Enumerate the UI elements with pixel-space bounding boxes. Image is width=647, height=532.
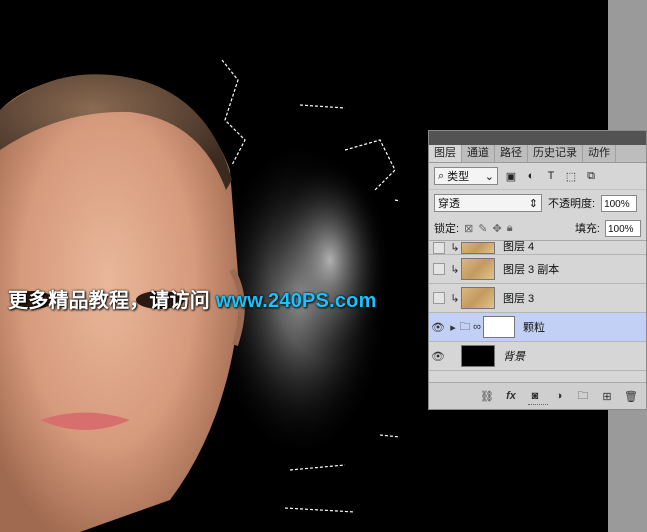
layers-list: ↳ 图层 4 ↳ 图层 3 副本 ↳ 图层 3 👁︎ ▸ 🗀︎ ∞ 颗粒 👁︎ (429, 241, 646, 386)
visibility-toggle[interactable] (433, 292, 445, 304)
expand-arrow-icon[interactable]: ▸ (447, 321, 459, 334)
blend-mode-select[interactable]: 穿透 ⇕ (434, 194, 542, 212)
search-icon: ⌕ (438, 169, 445, 182)
tab-channels[interactable]: 通道 (462, 145, 495, 162)
tab-actions[interactable]: 动作 (583, 145, 616, 162)
visibility-toggle[interactable] (433, 263, 445, 275)
layer-thumbnail (461, 287, 495, 309)
fill-input[interactable]: 100% (605, 219, 641, 237)
panel-header (429, 131, 646, 145)
chevron-updown-icon: ⇕ (528, 197, 538, 210)
layer-name: 图层 4 (503, 241, 535, 253)
mask-thumbnail[interactable] (483, 316, 515, 338)
layer-row-selected[interactable]: 👁︎ ▸ 🗀︎ ∞ 颗粒 (429, 313, 646, 342)
lock-transparency-icon[interactable]: ⊠ (464, 222, 473, 235)
panel-footer: ⛓︎ fx ◙ ◑ 🗀︎ ⊞ 🗑︎ (429, 382, 646, 409)
lock-paint-icon[interactable]: ✎ (478, 222, 487, 235)
image-icon[interactable]: ▣ (504, 169, 518, 183)
panel-tabs: 图层 通道 路径 历史记录 动作 (429, 145, 646, 163)
layer-row[interactable]: ↳ 图层 3 副本 (429, 255, 646, 284)
opacity-label: 不透明度: (548, 198, 596, 210)
watermark-part1: 更多精品教程，请访问 (8, 290, 216, 312)
add-mask-icon[interactable]: ◙ (528, 389, 542, 403)
folder-icon: 🗀︎ (459, 320, 471, 333)
layer-row[interactable]: ↳ 图层 4 (429, 241, 646, 255)
visibility-toggle[interactable] (433, 242, 445, 254)
resize-grip[interactable] (527, 404, 548, 407)
lock-label: 锁定: (434, 223, 460, 235)
layer-name: 图层 3 (503, 293, 535, 305)
tab-paths[interactable]: 路径 (495, 145, 528, 162)
layer-name: 背景 (503, 351, 525, 363)
eye-icon[interactable]: 👁︎ (429, 350, 447, 363)
clip-arrow-icon: ↳ (450, 292, 460, 305)
blend-row: 穿透 ⇕ 不透明度: 100% (429, 190, 646, 216)
layers-panel: 图层 通道 路径 历史记录 动作 ⌕ 类型 ⌄ ▣ ◐ T ⬚ ⧉ 穿透 ⇕ 不… (428, 130, 647, 410)
filter-type-label: 类型 (447, 171, 470, 183)
link-icon: ∞ (473, 321, 481, 333)
layer-name: 颗粒 (523, 322, 545, 334)
link-layers-icon[interactable]: ⛓︎ (480, 389, 494, 403)
type-icon[interactable]: T (544, 169, 558, 183)
layer-thumbnail (461, 258, 495, 280)
lock-row: 锁定: ⊠ ✎ ✥ 🔒︎ 填充: 100% (429, 216, 646, 241)
new-group-icon[interactable]: 🗀︎ (576, 389, 590, 403)
eye-icon[interactable]: 👁︎ (429, 321, 447, 334)
lock-position-icon[interactable]: ✥ (493, 222, 502, 235)
layer-thumbnail (461, 345, 495, 367)
smart-object-icon[interactable]: ⧉ (584, 169, 598, 183)
tab-history[interactable]: 历史记录 (528, 145, 583, 162)
filter-row: ⌕ 类型 ⌄ ▣ ◐ T ⬚ ⧉ (429, 163, 646, 190)
watermark-url: www.240PS.com (215, 290, 377, 312)
opacity-input[interactable]: 100% (601, 194, 638, 212)
clip-arrow-icon: ↳ (450, 263, 460, 276)
layer-row[interactable]: ↳ 图层 3 (429, 284, 646, 313)
layer-thumbnail (461, 242, 495, 254)
tab-layers[interactable]: 图层 (429, 145, 462, 162)
portrait-image (0, 59, 400, 532)
new-layer-icon[interactable]: ⊞ (600, 389, 614, 403)
fill-label: 填充: (574, 223, 600, 235)
layer-name: 图层 3 副本 (503, 264, 560, 276)
blend-mode-value: 穿透 (438, 198, 460, 210)
trash-icon[interactable]: 🗑︎ (624, 389, 638, 403)
layer-row[interactable]: 👁︎ 背景 (429, 342, 646, 371)
lock-all-icon[interactable]: 🔒︎ (507, 222, 513, 235)
clip-arrow-icon: ↳ (450, 242, 460, 254)
adjustment-layer-icon[interactable]: ◑ (552, 389, 566, 403)
filter-type-select[interactable]: ⌕ 类型 ⌄ (434, 167, 498, 185)
watermark-text: 更多精品教程，请访问 www.240PS.com (8, 284, 377, 313)
fx-icon[interactable]: fx (504, 389, 518, 403)
shape-icon[interactable]: ⬚ (564, 169, 578, 183)
chevron-down-icon: ⌄ (484, 170, 494, 183)
adjustment-icon[interactable]: ◐ (524, 169, 538, 183)
